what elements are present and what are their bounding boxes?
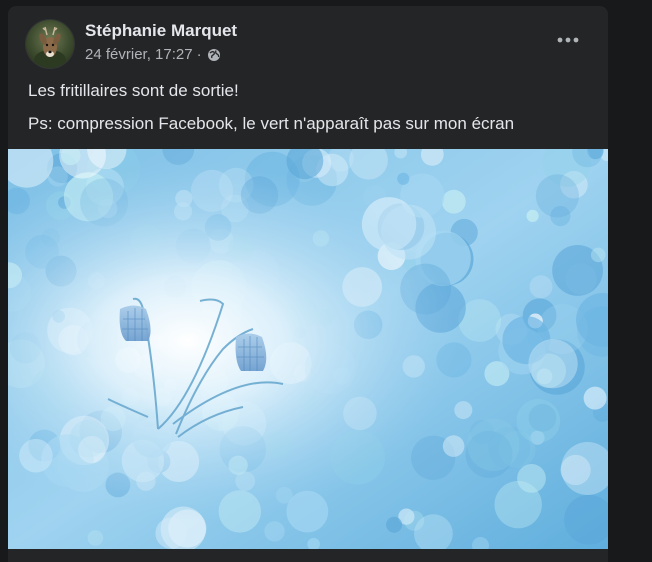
more-options-icon (557, 37, 579, 43)
post-text-line-2: Ps: compression Facebook, le vert n'appa… (28, 114, 515, 133)
globe-icon[interactable] (207, 48, 221, 62)
deer-avatar-icon (34, 26, 66, 68)
more-options-button[interactable] (550, 26, 586, 54)
author-avatar[interactable] (26, 20, 74, 68)
fritillary-bell-flower-right (235, 333, 267, 371)
post-header: Stéphanie Marquet 24 février, 17:27 · (8, 6, 608, 70)
meta-separator: · (196, 46, 202, 63)
fritillary-bell-flower-left (119, 305, 151, 341)
post-footer-edge (8, 549, 608, 562)
post-meta: 24 février, 17:27 · (85, 46, 221, 63)
post-text-line-1: Les fritillaires sont de sortie! (28, 81, 239, 100)
post-photo[interactable] (8, 149, 608, 549)
fritillary-flowers-bokeh-photo (8, 149, 608, 549)
author-name[interactable]: Stéphanie Marquet (85, 21, 237, 41)
post-timestamp[interactable]: 24 février, 17:27 (85, 46, 193, 63)
post-card: Stéphanie Marquet 24 février, 17:27 · Le… (8, 6, 608, 562)
